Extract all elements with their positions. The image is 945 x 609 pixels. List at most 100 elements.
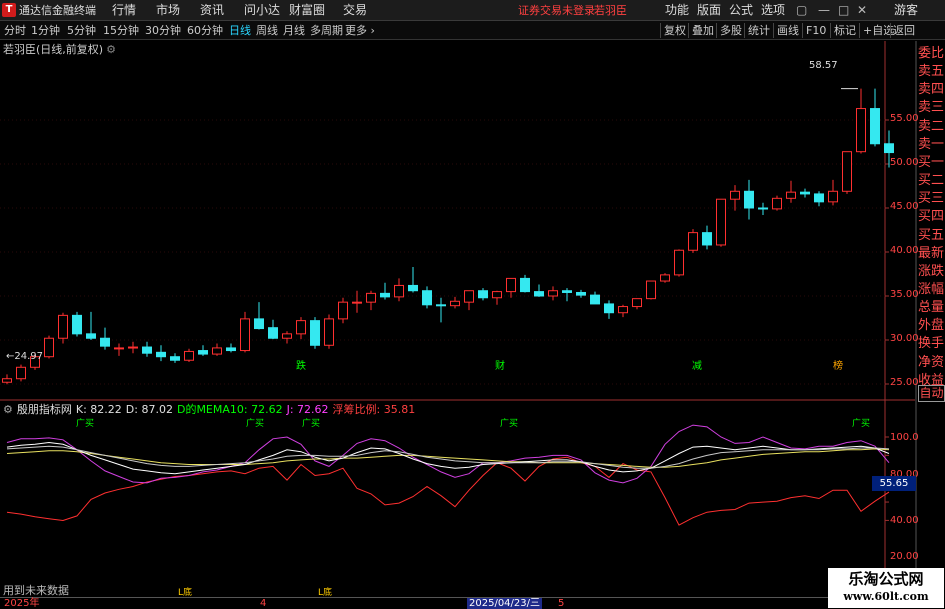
btn-f10[interactable]: F10	[806, 21, 826, 40]
main-chart-canvas[interactable]	[0, 0, 945, 609]
candle-up	[506, 277, 516, 293]
candle-up	[16, 366, 26, 380]
period-1min[interactable]: 1分钟	[31, 21, 60, 40]
candle-up	[114, 347, 124, 350]
period-monthly[interactable]: 月线	[283, 21, 305, 40]
period-multi[interactable]: 多周期	[310, 21, 343, 40]
btn-tongji[interactable]: 统计	[748, 21, 770, 40]
toolbar-divider	[660, 23, 661, 38]
menu-hangqing[interactable]: 行情	[112, 0, 136, 21]
candle-down	[268, 327, 278, 339]
signal-buy: 广买	[246, 419, 265, 429]
candle-down	[702, 232, 712, 246]
candle-up	[464, 290, 474, 303]
date-label: 4	[260, 598, 267, 609]
btn-back[interactable]: 返回	[893, 21, 915, 40]
candle-up	[184, 350, 194, 361]
skin-icon[interactable]: ▢	[796, 0, 807, 21]
signal-buy: 广买	[302, 419, 321, 429]
btn-biaoji[interactable]: 标记	[834, 21, 856, 40]
candle-up	[450, 300, 460, 307]
period-15min[interactable]: 15分钟	[103, 21, 139, 40]
quote-label-pct: 涨幅	[918, 281, 945, 297]
candle-up	[730, 190, 740, 200]
btn-duogu[interactable]: 多股	[720, 21, 742, 40]
quote-label-sell5: 卖五	[918, 64, 945, 80]
toolbar-divider	[859, 23, 860, 38]
quote-label-buy2: 买二	[918, 173, 945, 189]
candle-up	[674, 249, 684, 276]
candle-up	[352, 301, 362, 304]
event-marker-cai[interactable]: 财	[495, 360, 505, 373]
price-axis-tick: 40.00	[890, 245, 919, 256]
btn-fuquan[interactable]: 复权	[664, 21, 686, 40]
quote-label-sell4: 卖四	[918, 82, 945, 98]
indicator-axis-tick: 40.00	[890, 515, 919, 526]
candle-up	[828, 190, 838, 203]
maximize-icon[interactable]: □	[838, 0, 849, 21]
watermark-url: www.60lt.com	[843, 590, 929, 603]
menu-shichang[interactable]: 市场	[156, 0, 180, 21]
period-toolbar: 分时 1分钟 5分钟 15分钟 30分钟 60分钟 日线 周线 月线 多周期 更…	[0, 21, 945, 40]
quote-label-buy5: 买五	[918, 227, 945, 243]
toolbar-divider	[744, 23, 745, 38]
btn-diejia[interactable]: 叠加	[692, 21, 714, 40]
menu-gongshi[interactable]: 公式	[729, 0, 753, 21]
candle-up	[618, 306, 628, 314]
quote-label-buy4: 买四	[918, 209, 945, 225]
low-price-label: ←24.97	[6, 351, 44, 362]
menu-wenxiaoda[interactable]: 问小达	[244, 0, 280, 21]
legend-mema: D的MEMA10: 72.62	[176, 403, 283, 416]
quote-label-weibi: 委比	[918, 46, 945, 61]
candle-up	[2, 378, 12, 383]
menu-gongneng[interactable]: 功能	[665, 0, 689, 21]
period-60min[interactable]: 60分钟	[187, 21, 223, 40]
candle-up	[212, 347, 222, 355]
indicator-name[interactable]: 殷朋指标网	[17, 403, 72, 416]
period-more[interactable]: 更多 ›	[345, 21, 375, 40]
period-fenshi[interactable]: 分时	[4, 21, 26, 40]
menu-xuanxiang[interactable]: 选项	[761, 0, 785, 21]
period-weekly[interactable]: 周线	[256, 21, 278, 40]
candle-down	[100, 337, 110, 347]
price-axis-tick: 50.00	[890, 157, 919, 168]
candle-up	[786, 191, 796, 199]
menu-banmian[interactable]: 版面	[697, 0, 721, 21]
menu-caifuquan[interactable]: 财富圈	[289, 0, 325, 21]
chart-title: 若羽臣(日线,前复权) ⚙	[3, 41, 116, 57]
candle-up	[492, 291, 502, 299]
event-marker-die[interactable]: 跌	[296, 360, 306, 373]
period-daily[interactable]: 日线	[229, 21, 251, 40]
event-marker-jian[interactable]: 减	[692, 360, 702, 373]
quote-label-buy1: 买一	[918, 154, 945, 170]
period-5min[interactable]: 5分钟	[67, 21, 96, 40]
quote-label-change: 涨跌	[918, 263, 945, 279]
candle-up	[772, 197, 782, 210]
event-marker-bang[interactable]: 榜	[833, 360, 843, 373]
period-30min[interactable]: 30分钟	[145, 21, 181, 40]
candle-up	[688, 232, 698, 251]
indicator-axis-tick: 100.0	[890, 432, 919, 443]
candle-down	[72, 314, 82, 335]
date-label: 2025年	[4, 598, 40, 609]
candle-up	[296, 320, 306, 335]
future-data-note: 用到未来数据	[3, 584, 69, 597]
menu-zixun[interactable]: 资讯	[200, 0, 224, 21]
candle-up	[646, 280, 656, 300]
auto-button[interactable]: 自动	[918, 385, 945, 402]
btn-huaxian[interactable]: 画线	[777, 21, 799, 40]
login-notice[interactable]: 证券交易未登录	[518, 0, 595, 21]
app-name: 通达信金融终端	[19, 4, 96, 17]
settings-gear-icon[interactable]: ⚙	[106, 43, 116, 56]
minimize-icon[interactable]: —	[818, 0, 830, 21]
indicator-settings-icon[interactable]: ⚙	[3, 403, 13, 416]
app-logo-icon: T	[2, 3, 16, 17]
guest-label[interactable]: 游客	[894, 0, 918, 21]
quote-label-turnover: 换手	[918, 336, 945, 352]
site-watermark: 乐淘公式网 www.60lt.com	[828, 568, 944, 608]
close-icon[interactable]: ✕	[857, 0, 867, 21]
indicator-axis-tick: 20.00	[890, 551, 919, 562]
signal-buy: 广买	[76, 419, 95, 429]
menu-jiaoyi[interactable]: 交易	[343, 0, 367, 21]
high-price-label: 58.57	[809, 60, 838, 71]
